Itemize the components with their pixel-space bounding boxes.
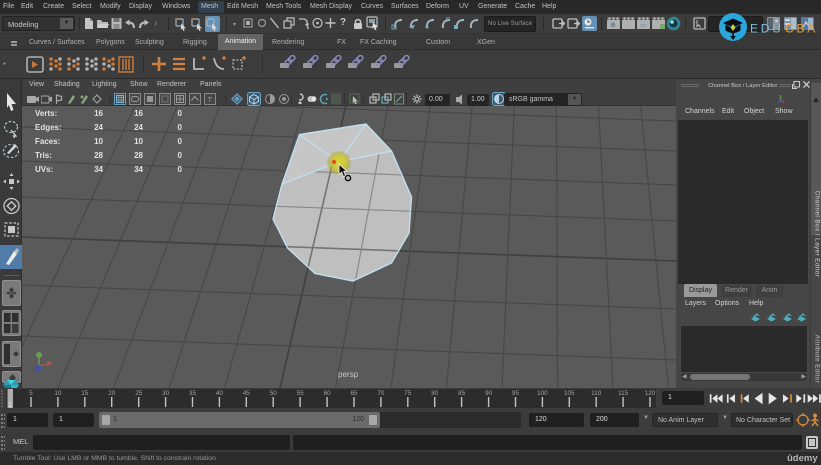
svg-text:30: 30 (162, 390, 170, 397)
svg-text:25: 25 (135, 390, 143, 397)
svg-text:0: 0 (178, 123, 183, 132)
svg-text:40: 40 (216, 390, 224, 397)
svg-text:34: 34 (134, 165, 143, 174)
svg-text:0: 0 (178, 137, 183, 146)
svg-text:28: 28 (94, 151, 103, 160)
svg-text:45: 45 (243, 390, 251, 397)
svg-text:10: 10 (134, 137, 143, 146)
svg-text:60: 60 (324, 390, 332, 397)
svg-text:T: T (208, 95, 213, 104)
svg-text:Verts:: Verts: (35, 109, 57, 118)
svg-text:85: 85 (458, 390, 466, 397)
svg-text:CBA: CBA (785, 22, 818, 36)
svg-text:34: 34 (94, 165, 103, 174)
svg-text:EDU: EDU (750, 22, 784, 36)
svg-text:Edges:: Edges: (35, 123, 62, 132)
svg-text:115: 115 (618, 390, 629, 397)
svg-text:0: 0 (178, 165, 183, 174)
svg-text:24: 24 (94, 123, 103, 132)
svg-text:50: 50 (270, 390, 278, 397)
svg-text:110: 110 (591, 390, 602, 397)
svg-text:90: 90 (485, 390, 493, 397)
svg-text:24: 24 (134, 123, 143, 132)
svg-text:95: 95 (512, 390, 520, 397)
svg-text:75: 75 (404, 390, 412, 397)
svg-text:10: 10 (54, 390, 62, 397)
svg-text:0: 0 (178, 109, 183, 118)
svg-text:16: 16 (94, 109, 103, 118)
svg-text:5: 5 (29, 390, 33, 397)
svg-text:10: 10 (94, 137, 103, 146)
svg-text:Tris:: Tris: (35, 151, 52, 160)
svg-text:20: 20 (108, 390, 116, 397)
svg-text:16: 16 (134, 109, 143, 118)
svg-text:UVs:: UVs: (35, 165, 53, 174)
svg-text:55: 55 (297, 390, 305, 397)
svg-text:80: 80 (431, 390, 439, 397)
svg-text:35: 35 (189, 390, 197, 397)
svg-text:persp: persp (338, 370, 359, 379)
svg-text:Faces:: Faces: (35, 137, 60, 146)
svg-text:0: 0 (178, 151, 183, 160)
svg-text:120: 120 (645, 390, 656, 397)
svg-text:70: 70 (377, 390, 385, 397)
svg-text:15: 15 (81, 390, 89, 397)
svg-text:100: 100 (537, 390, 548, 397)
svg-text:65: 65 (350, 390, 358, 397)
svg-text:105: 105 (564, 390, 575, 397)
svg-text:28: 28 (134, 151, 143, 160)
svg-text:1: 1 (8, 402, 12, 409)
